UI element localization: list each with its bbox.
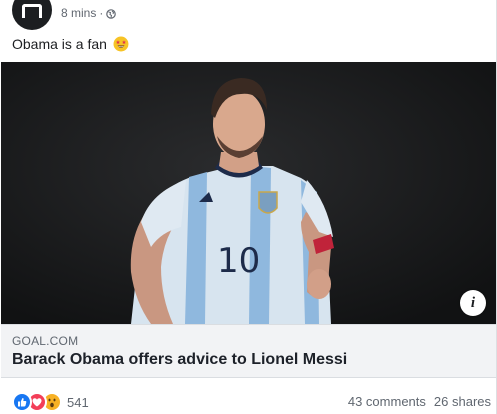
comments-count[interactable]: 43 comments bbox=[348, 394, 426, 409]
info-button[interactable]: i bbox=[460, 290, 486, 316]
post-meta: 8 mins · bbox=[61, 6, 117, 20]
link-preview-box[interactable]: GOAL.COM Barack Obama offers advice to L… bbox=[1, 324, 496, 378]
post-timestamp[interactable]: 8 mins bbox=[61, 6, 96, 20]
post-message-text: Obama is a fan bbox=[12, 36, 107, 52]
link-title[interactable]: Barack Obama offers advice to Lionel Mes… bbox=[12, 351, 347, 369]
news-feed-post: 8 mins · Obama is a fan 10 i GOAL.COM Ba… bbox=[0, 0, 497, 414]
post-message: Obama is a fan bbox=[12, 36, 129, 52]
reaction-count[interactable]: 541 bbox=[67, 395, 89, 410]
link-domain: GOAL.COM bbox=[12, 334, 79, 348]
engagement-counts: 43 comments 26 shares bbox=[348, 394, 491, 409]
post-footer: 541 43 comments 26 shares bbox=[0, 378, 497, 414]
shares-count[interactable]: 26 shares bbox=[434, 394, 491, 409]
like-reaction-icon bbox=[12, 392, 32, 412]
photo-player-illustration: 10 bbox=[1, 62, 496, 324]
globe-icon[interactable] bbox=[106, 8, 117, 19]
svg-text:10: 10 bbox=[217, 241, 260, 281]
meta-separator: · bbox=[99, 6, 104, 20]
link-preview-image[interactable]: 10 i bbox=[1, 62, 496, 324]
star-struck-emoji-icon bbox=[113, 36, 129, 52]
avatar[interactable] bbox=[12, 0, 52, 30]
reactions-summary[interactable]: 541 bbox=[12, 392, 89, 412]
avatar-logo-icon bbox=[22, 4, 42, 18]
